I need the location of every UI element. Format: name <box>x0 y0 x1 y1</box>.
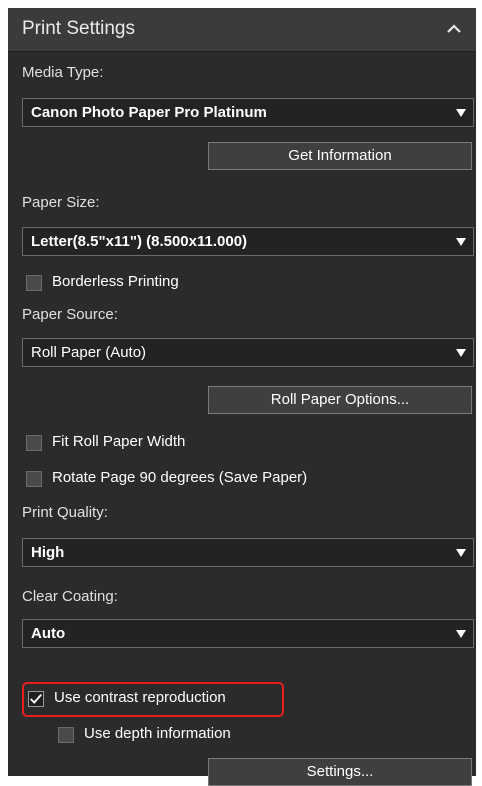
settings-button[interactable]: Settings... <box>208 758 472 786</box>
rotate-page-label: Rotate Page 90 degrees (Save Paper) <box>52 469 308 486</box>
media-type-select[interactable]: Canon Photo Paper Pro Platinum <box>22 98 474 127</box>
checkmark-icon <box>30 693 42 704</box>
chevron-down-icon <box>456 238 466 246</box>
chevron-down-icon <box>456 109 466 117</box>
paper-source-select[interactable]: Roll Paper (Auto) <box>22 338 474 367</box>
paper-size-value: Letter(8.5"x11") (8.500x11.000) <box>31 233 248 250</box>
chevron-down-icon <box>456 630 466 638</box>
panel-title: Print Settings <box>22 18 135 39</box>
clear-coating-select[interactable]: Auto <box>22 619 474 648</box>
paper-size-label: Paper Size: <box>22 194 100 211</box>
chevron-down-icon <box>456 349 466 357</box>
clear-coating-value: Auto <box>31 625 66 642</box>
fit-roll-paper-width-label: Fit Roll Paper Width <box>52 433 186 450</box>
panel-header[interactable]: Print Settings <box>8 8 476 52</box>
use-contrast-reproduction-label: Use contrast reproduction <box>54 689 226 706</box>
print-quality-label: Print Quality: <box>22 504 108 521</box>
use-depth-information-checkbox[interactable] <box>58 727 74 743</box>
use-contrast-reproduction-checkbox[interactable] <box>28 691 44 707</box>
media-type-label: Media Type: <box>22 64 104 81</box>
fit-roll-paper-width-checkbox[interactable] <box>26 435 42 451</box>
chevron-up-icon[interactable] <box>444 19 464 39</box>
clear-coating-label: Clear Coating: <box>22 588 118 605</box>
borderless-printing-checkbox[interactable] <box>26 275 42 291</box>
print-quality-value: High <box>31 544 65 561</box>
paper-source-value: Roll Paper (Auto) <box>31 344 147 361</box>
chevron-down-icon <box>456 549 466 557</box>
media-type-value: Canon Photo Paper Pro Platinum <box>31 104 267 121</box>
rotate-page-checkbox[interactable] <box>26 471 42 487</box>
paper-size-select[interactable]: Letter(8.5"x11") (8.500x11.000) <box>22 227 474 256</box>
print-settings-panel: Print Settings Media Type: Canon Photo P… <box>8 8 476 786</box>
use-depth-information-label: Use depth information <box>84 725 231 742</box>
print-quality-select[interactable]: High <box>22 538 474 567</box>
roll-paper-options-button[interactable]: Roll Paper Options... <box>208 386 472 414</box>
paper-source-label: Paper Source: <box>22 306 118 323</box>
get-information-button[interactable]: Get Information <box>208 142 472 170</box>
borderless-printing-label: Borderless Printing <box>52 273 179 290</box>
